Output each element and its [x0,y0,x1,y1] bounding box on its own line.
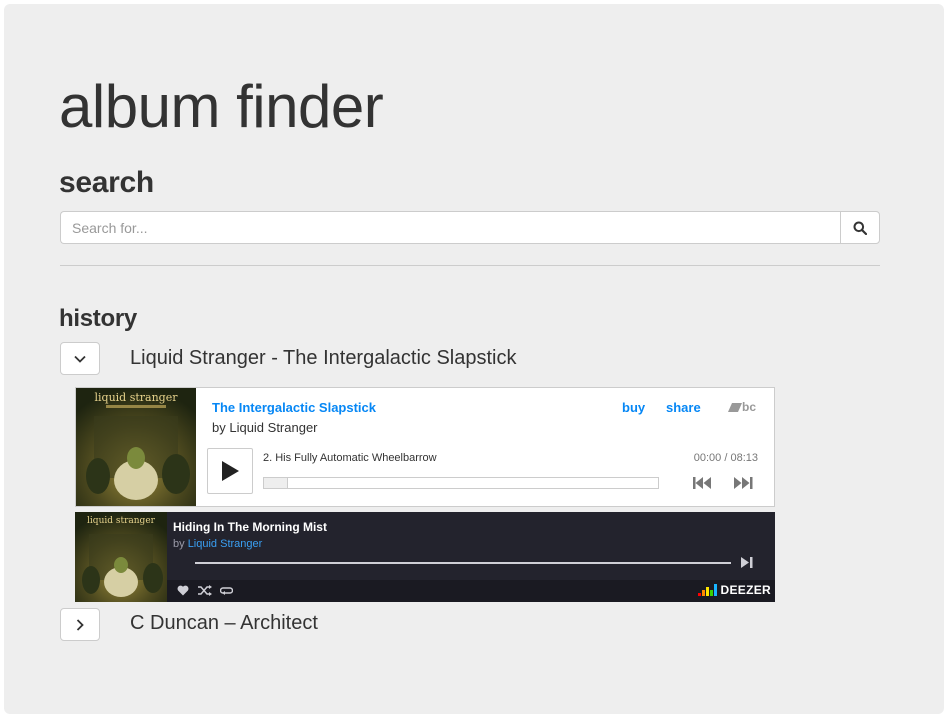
skip-next-icon[interactable] [741,557,753,568]
search-heading: search [59,166,154,199]
svg-text:liquid stranger: liquid stranger [95,391,179,404]
history-toggle-button-2[interactable] [60,608,100,641]
divider [60,265,880,266]
deezer-control-bar [167,580,775,602]
deezer-artist-link[interactable]: Liquid Stranger [188,538,263,550]
repeat-icon[interactable] [220,585,233,596]
history-heading: history [59,305,137,332]
album-cover: liquid stranger [76,388,196,506]
play-icon [222,461,239,481]
album-title-link[interactable]: The Intergalactic Slapstick [212,400,376,415]
bandcamp-logo-icon [728,403,742,412]
buy-link[interactable]: buy [622,400,645,415]
artist-line: by Liquid Stranger [212,420,318,435]
bandcamp-logo-text: bc [742,400,757,414]
deezer-progress-bar[interactable] [195,562,731,564]
track-title: 2. His Fully Automatic Wheelbarrow [263,452,437,464]
history-item-label-1[interactable]: Liquid Stranger - The Intergalactic Slap… [130,346,517,370]
progress-bar[interactable] [263,477,659,489]
search-button[interactable] [840,211,880,244]
next-track-icon[interactable] [734,477,754,489]
deezer-brand-text: DEEZER [720,583,771,597]
deezer-player: liquid stranger Hiding In The Morning Mi… [75,512,775,602]
deezer-track-title[interactable]: Hiding In The Morning Mist [173,520,327,534]
previous-track-icon[interactable] [693,477,713,489]
history-item-label-2[interactable]: C Duncan – Architect [130,611,318,635]
shuffle-icon[interactable] [198,585,212,596]
svg-text:liquid stranger: liquid stranger [87,516,156,526]
bandcamp-logo[interactable]: bc [728,400,756,414]
chevron-down-icon [74,355,86,363]
track-time: 00:00 / 08:13 [693,452,758,464]
album-cover: liquid stranger [75,512,167,602]
share-link[interactable]: share [666,400,701,415]
search-icon [853,221,867,235]
bandcamp-player: liquid stranger The Intergalactic Slapst… [75,387,775,507]
search-group [60,211,880,244]
deezer-equalizer-icon [697,584,717,596]
chevron-right-icon [76,618,84,631]
search-input[interactable] [60,211,840,244]
deezer-logo[interactable]: DEEZER [697,583,771,597]
by-label: by [173,538,185,550]
history-toggle-button-1[interactable] [60,342,100,375]
progress-thumb[interactable] [263,477,288,489]
heart-icon[interactable] [177,585,189,596]
deezer-artist-line: by Liquid Stranger [173,538,262,550]
page-title: album finder [59,73,384,140]
play-button[interactable] [207,448,253,494]
